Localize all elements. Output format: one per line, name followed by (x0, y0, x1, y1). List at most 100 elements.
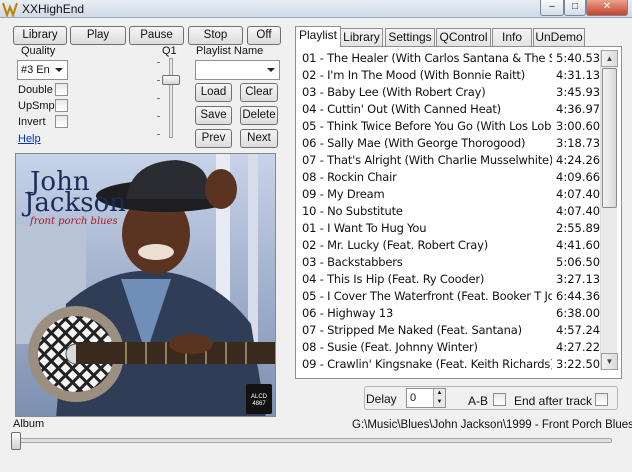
track-title: 07 - Stripped Me Naked (Feat. Santana) (302, 323, 522, 337)
close-button[interactable]: ✕ (586, 0, 628, 16)
clear-button[interactable]: Clear (240, 83, 278, 102)
app-logo-icon (2, 2, 18, 17)
double-label: Double (18, 84, 53, 96)
track-title: 02 - Mr. Lucky (Feat. Robert Cray) (302, 238, 489, 252)
quality-select-value: #3 En (21, 64, 50, 76)
track-duration: 3:18.73 (556, 136, 600, 150)
load-button[interactable]: Load (195, 83, 232, 102)
invert-checkbox[interactable] (55, 115, 68, 128)
quality-slider-track[interactable] (169, 58, 173, 138)
playlist-row[interactable]: 07 - That's Alright (With Charlie Mussel… (298, 152, 600, 169)
track-title: 10 - No Substitute (302, 204, 403, 218)
slider-tick (157, 62, 160, 63)
pause-button[interactable]: Pause (129, 26, 184, 45)
playlist-row[interactable]: 05 - I Cover The Waterfront (Feat. Booke… (298, 288, 600, 305)
track-duration: 4:07.40 (556, 204, 600, 218)
playlist-row[interactable]: 09 - My Dream 4:07.40 (298, 186, 600, 203)
slider-tick (157, 98, 160, 99)
playlist-row[interactable]: 08 - Rockin Chair 4:09.66 (298, 169, 600, 186)
play-button[interactable]: Play (70, 26, 126, 45)
track-title: 04 - Cuttin' Out (With Canned Heat) (302, 102, 501, 116)
tab-info[interactable]: Info (492, 28, 532, 46)
end-after-track-checkbox[interactable] (595, 393, 608, 406)
album-label: Album (13, 418, 45, 430)
off-button[interactable]: Off (247, 26, 281, 45)
playlist-row[interactable]: 01 - The Healer (With Carlos Santana & T… (298, 50, 600, 67)
track-duration: 5:40.53 (556, 51, 600, 65)
album-seek-track[interactable] (14, 438, 612, 443)
track-title: 03 - Baby Lee (With Robert Cray) (302, 85, 486, 99)
double-checkbox[interactable] (55, 83, 68, 96)
scroll-up-icon[interactable]: ▲ (601, 50, 618, 67)
playlist-row[interactable]: 07 - Stripped Me Naked (Feat. Santana) 4:… (298, 322, 600, 339)
quality-select[interactable]: #3 En (17, 60, 68, 80)
tab-settings[interactable]: Settings (385, 28, 435, 46)
library-button[interactable]: Library (13, 26, 67, 45)
playlist-scrollbar[interactable]: ▲ ▼ (600, 50, 618, 370)
playlist-row[interactable]: 01 - I Want To Hug You 2:55.89 (298, 220, 600, 237)
next-button[interactable]: Next (240, 129, 278, 148)
track-duration: 4:07.40 (556, 187, 600, 201)
track-title: 05 - Think Twice Before You Go (With Los… (302, 119, 552, 133)
album-cover: John Jackson front porch blues ALCD 4867 (15, 153, 276, 417)
playlist-row[interactable]: 04 - Cuttin' Out (With Canned Heat) 4:36.… (298, 101, 600, 118)
tab-qcontrol[interactable]: QControl (436, 28, 491, 46)
delay-spinner[interactable]: 0 ▲ ▼ (406, 388, 446, 408)
track-title: 07 - That's Alright (With Charlie Mussel… (302, 153, 552, 167)
help-link[interactable]: Help (18, 133, 41, 145)
upsmp-label: UpSmp (18, 100, 55, 112)
track-title: 03 - Backstabbers (302, 255, 403, 269)
spinner-buttons[interactable]: ▲ ▼ (433, 389, 445, 407)
playlist-row[interactable]: 05 - Think Twice Before You Go (With Los… (298, 118, 600, 135)
spin-down-icon[interactable]: ▼ (434, 398, 445, 407)
playlist-row[interactable]: 03 - Backstabbers 5:06.50 (298, 254, 600, 271)
tab-playlist[interactable]: Playlist (295, 26, 341, 47)
playlist-name-select[interactable] (195, 60, 280, 80)
track-duration: 3:45.93 (556, 85, 600, 99)
delay-label: Delay (366, 392, 397, 406)
track-title: 09 - My Dream (302, 187, 385, 201)
playlist-row[interactable]: 02 - I'm In The Mood (With Bonnie Raitt)… (298, 67, 600, 84)
delete-button[interactable]: Delete (240, 106, 278, 125)
track-title: 08 - Rockin Chair (302, 170, 397, 184)
playlist-list[interactable]: 01 - The Healer (With Carlos Santana & T… (298, 50, 600, 374)
quality-slider-thumb[interactable] (162, 75, 180, 85)
playlist-row[interactable]: 06 - Sally Mae (With George Thorogood) 3:… (298, 135, 600, 152)
album-subtitle: front porch blues (30, 216, 118, 227)
track-duration: 4:36.97 (556, 102, 600, 116)
album-seek-thumb[interactable] (11, 432, 21, 450)
playlist-row[interactable]: 02 - Mr. Lucky (Feat. Robert Cray) 4:41.6… (298, 237, 600, 254)
playlist-row[interactable]: 06 - Highway 13 6:38.00 (298, 305, 600, 322)
track-duration: 4:27.22 (556, 340, 600, 354)
scroll-down-icon[interactable]: ▼ (601, 353, 618, 370)
track-duration: 3:27.13 (556, 272, 600, 286)
track-duration: 4:09.66 (556, 170, 600, 184)
track-duration: 4:24.26 (556, 153, 600, 167)
tab-undemo[interactable]: UnDemo (533, 28, 585, 46)
ab-checkbox[interactable] (493, 393, 506, 406)
chevron-down-icon (55, 68, 63, 72)
maximize-button[interactable]: □ (564, 0, 586, 16)
tab-library[interactable]: Library (340, 28, 383, 46)
slider-tick (157, 134, 160, 135)
playlist-row[interactable]: 03 - Baby Lee (With Robert Cray) 3:45.93 (298, 84, 600, 101)
stop-button[interactable]: Stop (188, 26, 243, 45)
playlist-row[interactable]: 08 - Susie (Feat. Johnny Winter) 4:27.22 (298, 339, 600, 356)
track-title: 01 - I Want To Hug You (302, 221, 427, 235)
delay-value: 0 (410, 392, 417, 404)
track-duration: 4:57.24 (556, 323, 600, 337)
track-title: 02 - I'm In The Mood (With Bonnie Raitt) (302, 68, 525, 82)
spin-up-icon[interactable]: ▲ (434, 389, 445, 398)
invert-label: Invert (18, 116, 46, 128)
save-button[interactable]: Save (195, 106, 232, 125)
playlist-row[interactable]: 10 - No Substitute 4:07.40 (298, 203, 600, 220)
minimize-button[interactable]: – (540, 0, 564, 16)
track-duration: 4:31.13 (556, 68, 600, 82)
playlist-row[interactable]: 09 - Crawlin' Kingsnake (Feat. Keith Ric… (298, 356, 600, 373)
prev-button[interactable]: Prev (195, 129, 232, 148)
track-duration: 5:06.50 (556, 255, 600, 269)
playlist-row[interactable]: 04 - This Is Hip (Feat. Ry Cooder) 3:27.1… (298, 271, 600, 288)
upsmp-checkbox[interactable] (55, 99, 68, 112)
scrollbar-thumb[interactable] (602, 68, 617, 208)
end-after-track-label: End after track (514, 394, 593, 408)
